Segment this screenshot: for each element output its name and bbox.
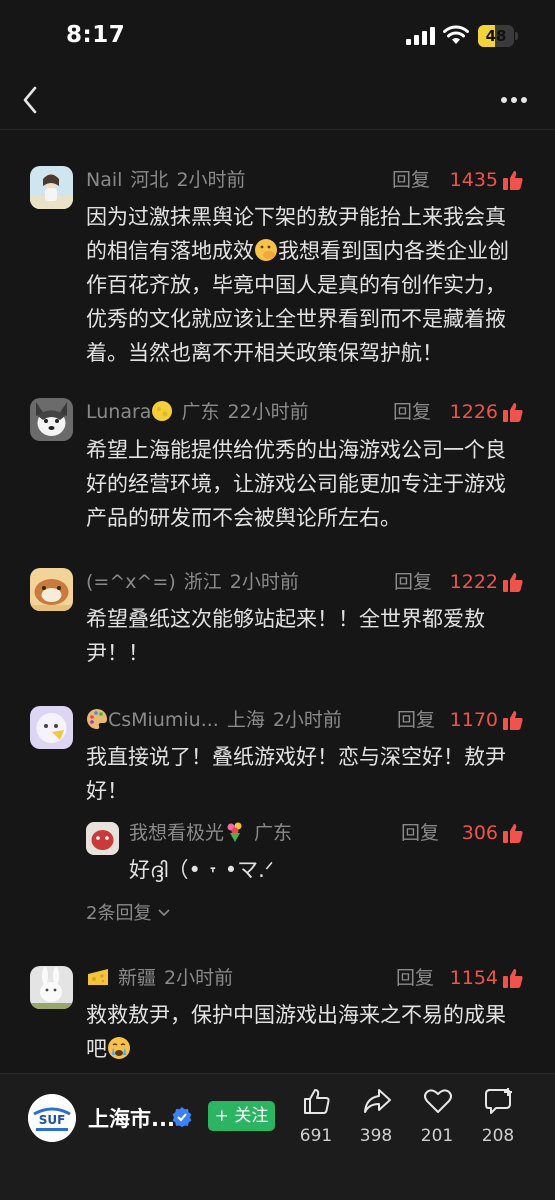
- region: 广东: [181, 401, 220, 423]
- comment-item: Lunara 广东 22小时前 回复 1226 希望上海能提供给优秀的出海游戏公司一…: [0, 388, 555, 538]
- chevron-left-icon: [23, 86, 37, 114]
- avatar[interactable]: [30, 966, 73, 1009]
- battery-level: 48: [485, 27, 507, 45]
- like-count: 1435: [449, 169, 498, 191]
- more-icon: [501, 97, 527, 103]
- comment-action[interactable]: 208: [468, 1086, 528, 1154]
- reply-meta: 我想看极光 广东: [129, 819, 292, 847]
- region: 新疆: [118, 967, 157, 989]
- more-options-button[interactable]: [496, 86, 532, 114]
- thumbs-up-icon: [304, 1089, 330, 1114]
- timestamp: 2小时前: [176, 169, 246, 191]
- thumbs-up-icon[interactable]: [502, 967, 524, 989]
- account-name[interactable]: 上海市...: [88, 1103, 176, 1133]
- share-action[interactable]: 398: [346, 1086, 406, 1154]
- comment-total: 208: [481, 1126, 515, 1146]
- like-count: 1170: [449, 709, 498, 731]
- username[interactable]: (=^x^=): [86, 571, 176, 593]
- crying-face-icon: [108, 1037, 130, 1059]
- reply-username[interactable]: 我想看极光: [129, 822, 224, 844]
- palette-icon: [87, 709, 107, 729]
- timestamp: 2小时前: [229, 571, 299, 593]
- comment-text: 因为过激抹黑舆论下架的敖尹能抬上来我会真的相信有落地成效 我想看到国内各类企业创作…: [86, 205, 509, 365]
- region: 浙江: [183, 571, 222, 593]
- like-count: 1154: [449, 967, 498, 989]
- reply-button[interactable]: 回复: [393, 398, 431, 426]
- nav-bar: [0, 70, 555, 130]
- like-total: 691: [299, 1126, 333, 1146]
- region: 上海: [226, 709, 265, 731]
- comment-meta: Lunara 广东 22小时前: [86, 398, 309, 426]
- comment-meta: 新疆 2小时前: [86, 964, 233, 992]
- username[interactable]: CsMiumiu...: [108, 709, 219, 731]
- comment-text: 希望叠纸这次能够站起来！！全世界都爱敖尹！！: [86, 607, 485, 665]
- reply-avatar[interactable]: [86, 822, 119, 855]
- status-bar: 8:17 48: [0, 0, 555, 70]
- thumbs-up-icon[interactable]: [502, 822, 524, 844]
- username[interactable]: Lunara: [86, 401, 151, 423]
- like-count: 1222: [449, 571, 498, 593]
- comment-text: 救救敖尹，保护中国游戏出海来之不易的成果吧: [86, 1003, 506, 1061]
- region: 河北: [130, 169, 169, 191]
- timestamp: 2小时前: [164, 967, 234, 989]
- avatar[interactable]: [30, 398, 73, 441]
- timestamp: 2小时前: [272, 709, 342, 731]
- comment-item: 新疆 2小时前 回复 1154 救救敖尹，保护中国游戏出海来之不易的成果吧: [0, 960, 555, 1070]
- reply-button[interactable]: 回复: [396, 964, 434, 992]
- moon-icon: [152, 401, 173, 421]
- comment-meta: CsMiumiu... 上海 2小时前: [86, 706, 342, 734]
- account-avatar[interactable]: SUF: [28, 1094, 76, 1142]
- comment-text: 我直接说了！叠纸游戏好！恋与深空好！敖尹好！: [86, 745, 506, 803]
- reply-button[interactable]: 回复: [401, 819, 439, 847]
- username[interactable]: Nail: [86, 169, 122, 191]
- follow-button[interactable]: + 关注: [208, 1101, 275, 1131]
- comment-meta: Nail 河北 2小时前: [86, 166, 246, 194]
- bouquet-icon: [227, 822, 242, 842]
- comment-item: (=^x^=) 浙江 2小时前 回复 1222 希望叠纸这次能够站起来！！全世界都爱…: [0, 562, 555, 672]
- reply-button[interactable]: 回复: [397, 706, 435, 734]
- thumbs-up-icon[interactable]: [502, 401, 524, 423]
- battery-indicator: 48: [478, 25, 518, 47]
- more-replies-button[interactable]: 2条回复: [86, 900, 171, 928]
- region: 广东: [254, 822, 293, 844]
- comment-item: Nail 河北 2小时前 回复 1435 因为过激抹黑舆论下架的敖尹能抬上来我会真的…: [0, 160, 555, 365]
- reply-button[interactable]: 回复: [392, 166, 430, 194]
- share-total: 398: [359, 1126, 393, 1146]
- like-count: 306: [461, 822, 498, 844]
- favorite-action[interactable]: 201: [407, 1086, 467, 1154]
- comment-meta: (=^x^=) 浙江 2小时前: [86, 568, 299, 596]
- reply-button[interactable]: 回复: [394, 568, 432, 596]
- back-button[interactable]: [16, 80, 48, 120]
- like-action[interactable]: 691: [286, 1086, 346, 1154]
- avatar[interactable]: [30, 568, 73, 611]
- comment-item: CsMiumiu... 上海 2小时前 回复 1170 我直接说了！叠纸游戏好！恋与…: [0, 700, 555, 940]
- avatar[interactable]: [30, 166, 73, 209]
- share-icon: [364, 1089, 391, 1113]
- verified-badge-icon: [172, 1107, 192, 1127]
- status-time: 8:17: [66, 22, 126, 48]
- like-count: 1226: [449, 401, 498, 423]
- reply-text: 好ദ്ദി（• ˕ •マ.ᐟ: [129, 858, 274, 882]
- heart-icon: [424, 1089, 452, 1113]
- face-with-hand-over-mouth-icon: [255, 239, 277, 261]
- cheese-icon[interactable]: [86, 966, 110, 988]
- thumbs-up-icon[interactable]: [502, 169, 524, 191]
- avatar[interactable]: [30, 706, 73, 749]
- thumbs-up-icon[interactable]: [502, 709, 524, 731]
- chevron-down-icon: [158, 909, 170, 917]
- timestamp: 22小时前: [227, 401, 309, 423]
- comment-text: 希望上海能提供给优秀的出海游戏公司一个良好的经营环境，让游戏公司能更加专注于游戏…: [86, 438, 506, 530]
- wifi-icon: [443, 25, 469, 44]
- thumbs-up-icon[interactable]: [502, 571, 524, 593]
- bottom-bar: SUF 上海市... + 关注 691 398 201 208: [0, 1073, 555, 1200]
- cellular-signal-icon: [406, 27, 435, 45]
- favorite-total: 201: [420, 1126, 454, 1146]
- comment-add-icon: [485, 1088, 512, 1114]
- account-logo-text: SUF: [39, 1113, 66, 1127]
